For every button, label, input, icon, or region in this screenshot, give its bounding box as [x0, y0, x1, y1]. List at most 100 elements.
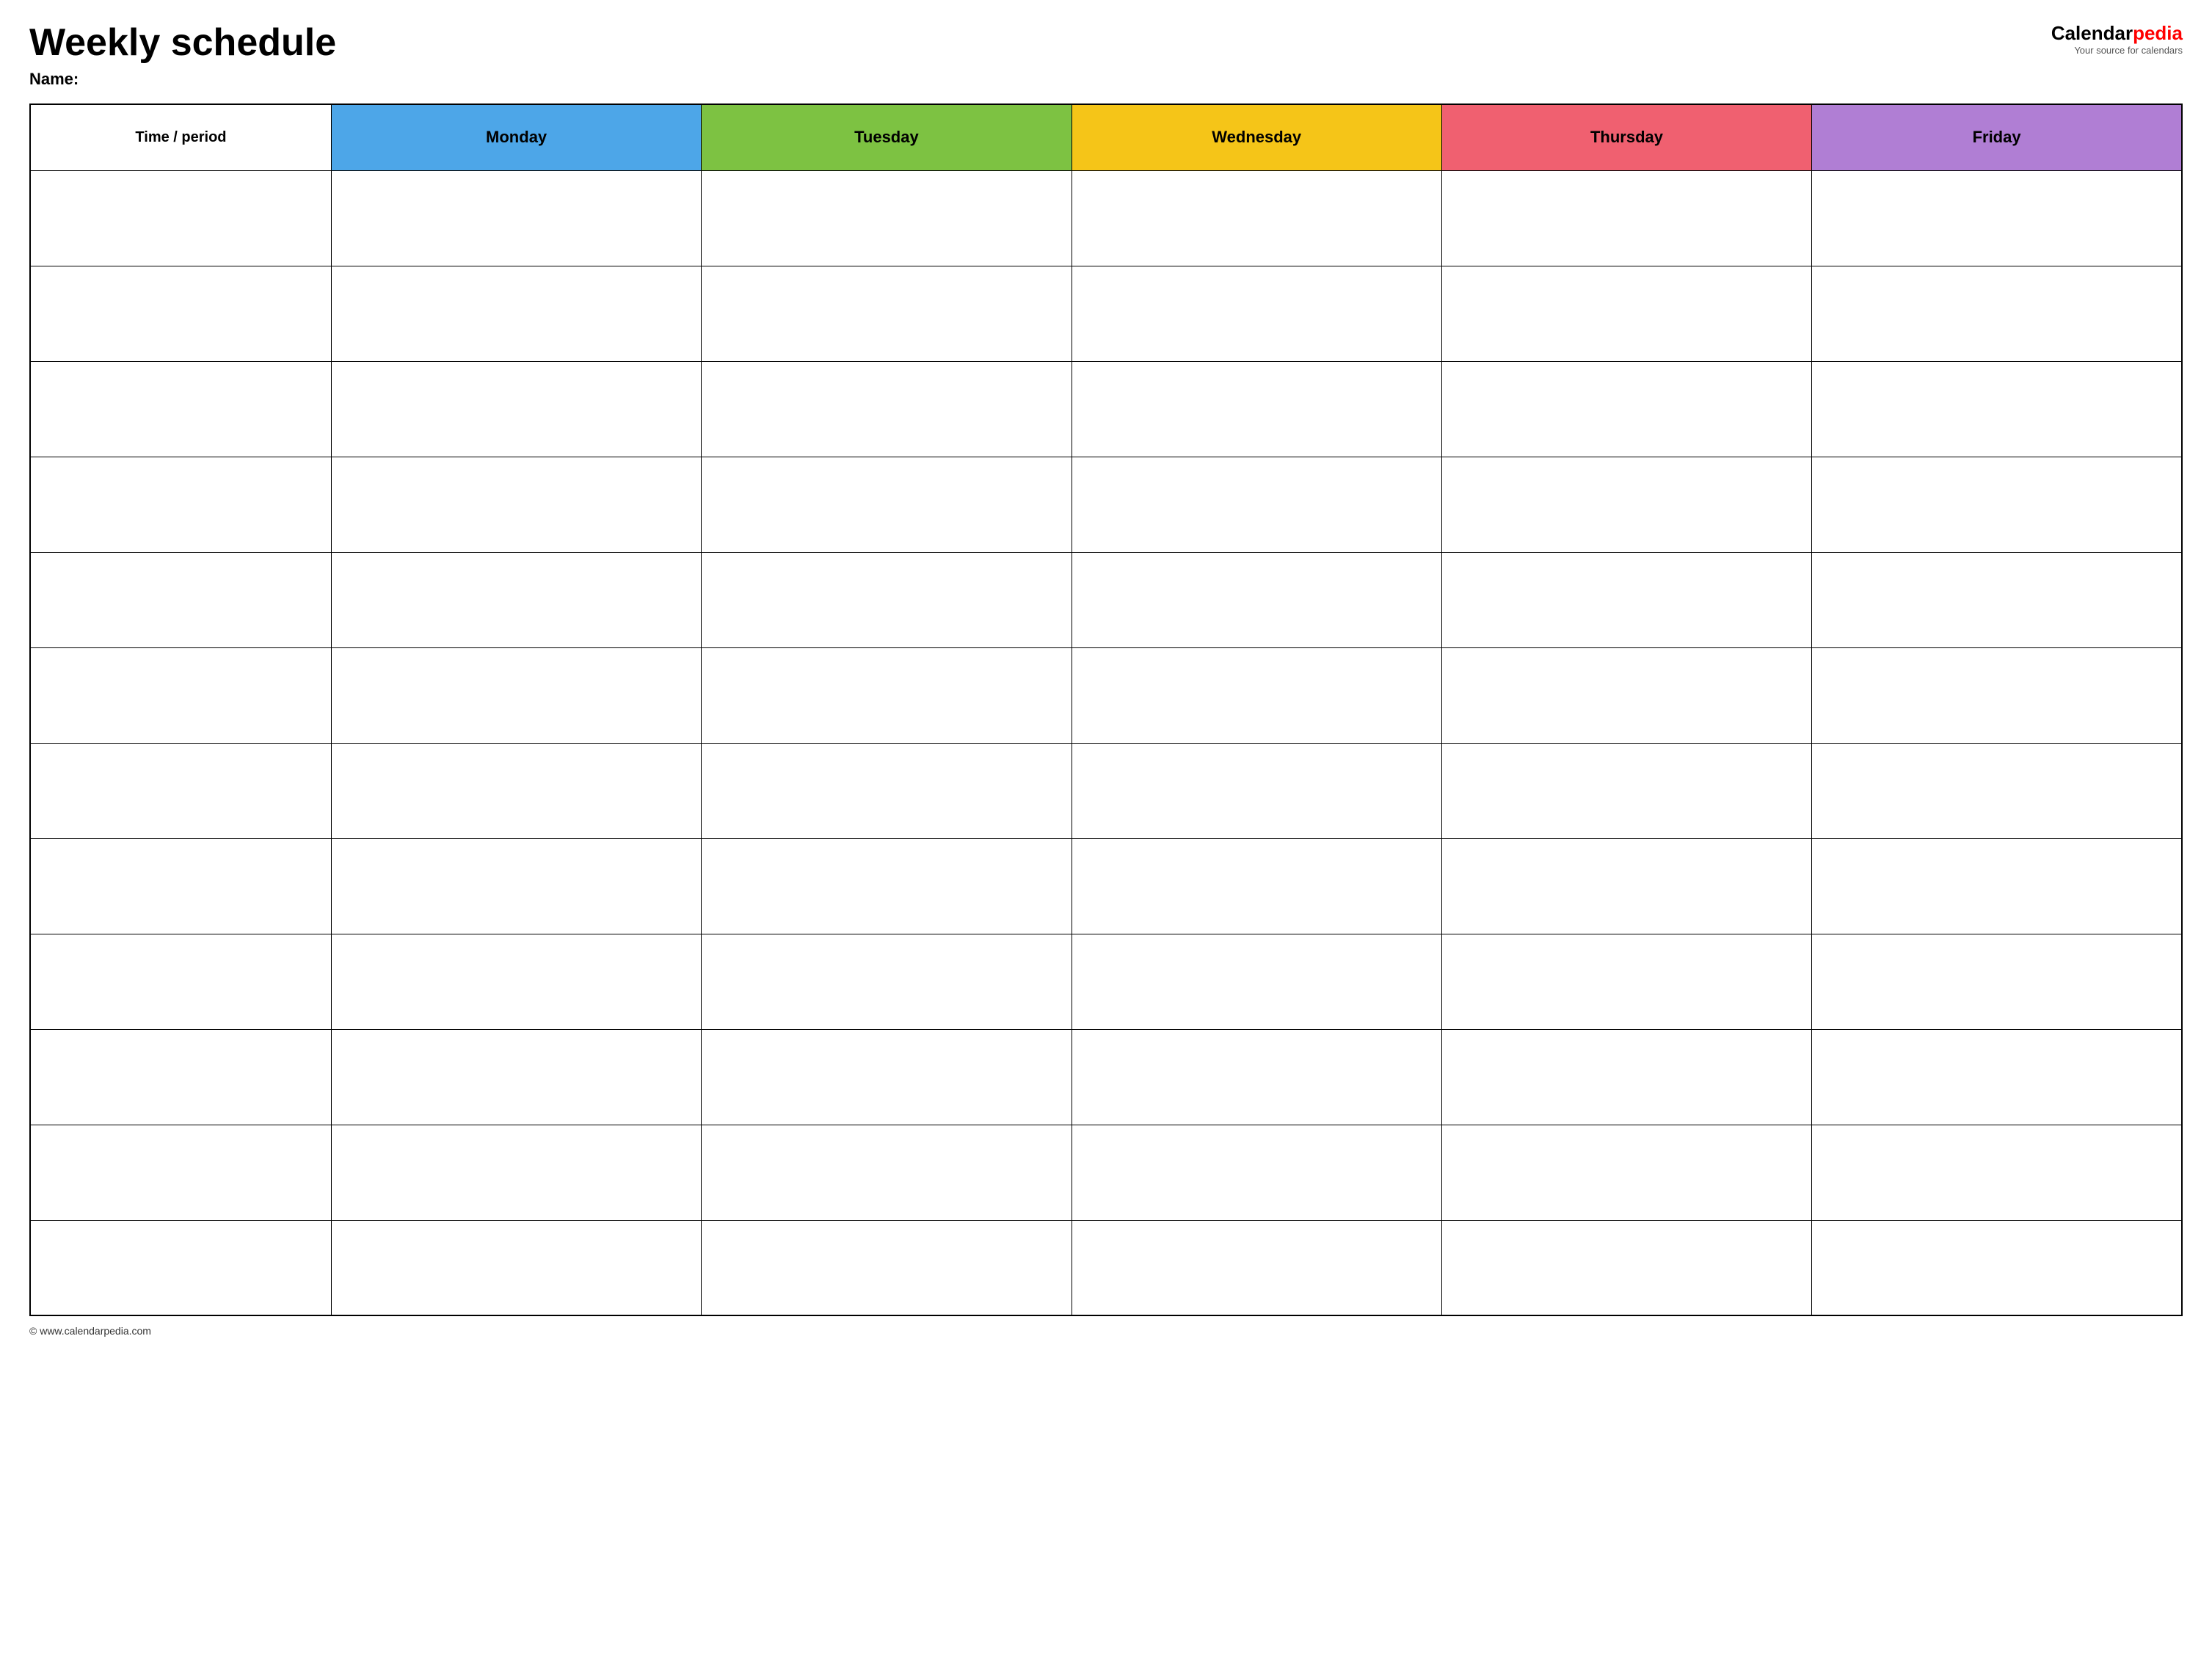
day-cell[interactable] — [1072, 1029, 1441, 1125]
day-cell[interactable] — [1072, 361, 1441, 457]
day-cell[interactable] — [331, 457, 701, 552]
day-cell[interactable] — [702, 266, 1072, 361]
day-cell[interactable] — [702, 361, 1072, 457]
table-row — [30, 838, 2182, 934]
name-label: Name: — [29, 70, 336, 89]
day-cell[interactable] — [1072, 552, 1441, 647]
day-cell[interactable] — [1812, 934, 2182, 1029]
day-cell[interactable] — [331, 934, 701, 1029]
page-title: Weekly schedule — [29, 22, 336, 64]
day-cell[interactable] — [1441, 1220, 1811, 1315]
day-cell[interactable] — [702, 1029, 1072, 1125]
time-cell[interactable] — [30, 934, 331, 1029]
time-cell[interactable] — [30, 170, 331, 266]
schedule-table: Time / period Monday Tuesday Wednesday T… — [29, 104, 2183, 1316]
time-cell[interactable] — [30, 361, 331, 457]
day-cell[interactable] — [1812, 838, 2182, 934]
time-cell[interactable] — [30, 743, 331, 838]
day-cell[interactable] — [1072, 934, 1441, 1029]
time-cell[interactable] — [30, 266, 331, 361]
day-cell[interactable] — [1812, 1029, 2182, 1125]
day-cell[interactable] — [1072, 457, 1441, 552]
day-cell[interactable] — [1441, 647, 1811, 743]
time-cell[interactable] — [30, 457, 331, 552]
day-cell[interactable] — [702, 647, 1072, 743]
day-cell[interactable] — [1441, 170, 1811, 266]
day-cell[interactable] — [1072, 170, 1441, 266]
day-cell[interactable] — [1441, 457, 1811, 552]
header-row: Time / period Monday Tuesday Wednesday T… — [30, 104, 2182, 170]
day-cell[interactable] — [1441, 361, 1811, 457]
day-cell[interactable] — [1812, 552, 2182, 647]
day-cell[interactable] — [1812, 266, 2182, 361]
day-cell[interactable] — [1072, 647, 1441, 743]
day-cell[interactable] — [1812, 1220, 2182, 1315]
logo-pedia: pedia — [2133, 22, 2183, 44]
day-cell[interactable] — [702, 743, 1072, 838]
day-cell[interactable] — [702, 457, 1072, 552]
day-cell[interactable] — [331, 1029, 701, 1125]
day-cell[interactable] — [1441, 1029, 1811, 1125]
table-row — [30, 934, 2182, 1029]
day-cell[interactable] — [1812, 170, 2182, 266]
day-cell[interactable] — [1072, 1125, 1441, 1220]
day-cell[interactable] — [1812, 743, 2182, 838]
day-cell[interactable] — [702, 934, 1072, 1029]
col-header-wednesday: Wednesday — [1072, 104, 1441, 170]
table-row — [30, 361, 2182, 457]
day-cell[interactable] — [331, 743, 701, 838]
day-cell[interactable] — [1072, 838, 1441, 934]
col-header-monday: Monday — [331, 104, 701, 170]
day-cell[interactable] — [331, 170, 701, 266]
logo-tagline: Your source for calendars — [2074, 45, 2183, 56]
table-row — [30, 743, 2182, 838]
day-cell[interactable] — [1441, 838, 1811, 934]
schedule-body — [30, 170, 2182, 1315]
day-cell[interactable] — [1441, 743, 1811, 838]
day-cell[interactable] — [702, 1220, 1072, 1315]
table-row — [30, 1029, 2182, 1125]
day-cell[interactable] — [1072, 743, 1441, 838]
time-cell[interactable] — [30, 647, 331, 743]
col-header-thursday: Thursday — [1441, 104, 1811, 170]
day-cell[interactable] — [1441, 266, 1811, 361]
day-cell[interactable] — [331, 552, 701, 647]
day-cell[interactable] — [331, 838, 701, 934]
day-cell[interactable] — [1441, 552, 1811, 647]
col-header-tuesday: Tuesday — [702, 104, 1072, 170]
day-cell[interactable] — [331, 1125, 701, 1220]
time-cell[interactable] — [30, 838, 331, 934]
page-header: Weekly schedule Name: Calendarpedia Your… — [29, 22, 2183, 89]
table-row — [30, 1125, 2182, 1220]
title-section: Weekly schedule Name: — [29, 22, 336, 89]
col-header-time: Time / period — [30, 104, 331, 170]
day-cell[interactable] — [1812, 457, 2182, 552]
table-row — [30, 457, 2182, 552]
day-cell[interactable] — [331, 361, 701, 457]
day-cell[interactable] — [331, 1220, 701, 1315]
day-cell[interactable] — [1072, 1220, 1441, 1315]
day-cell[interactable] — [702, 1125, 1072, 1220]
footer-url: © www.calendarpedia.com — [29, 1325, 151, 1337]
time-cell[interactable] — [30, 1125, 331, 1220]
day-cell[interactable] — [702, 170, 1072, 266]
time-cell[interactable] — [30, 1220, 331, 1315]
day-cell[interactable] — [331, 647, 701, 743]
logo-calendar: Calendar — [2051, 22, 2133, 44]
logo-text: Calendarpedia — [2051, 22, 2183, 45]
day-cell[interactable] — [702, 838, 1072, 934]
day-cell[interactable] — [1812, 1125, 2182, 1220]
day-cell[interactable] — [1441, 1125, 1811, 1220]
day-cell[interactable] — [702, 552, 1072, 647]
day-cell[interactable] — [1812, 647, 2182, 743]
day-cell[interactable] — [1441, 934, 1811, 1029]
time-cell[interactable] — [30, 552, 331, 647]
footer: © www.calendarpedia.com — [29, 1325, 2183, 1337]
logo-section: Calendarpedia Your source for calendars — [2051, 22, 2183, 56]
day-cell[interactable] — [1072, 266, 1441, 361]
table-row — [30, 647, 2182, 743]
time-cell[interactable] — [30, 1029, 331, 1125]
day-cell[interactable] — [331, 266, 701, 361]
day-cell[interactable] — [1812, 361, 2182, 457]
col-header-friday: Friday — [1812, 104, 2182, 170]
